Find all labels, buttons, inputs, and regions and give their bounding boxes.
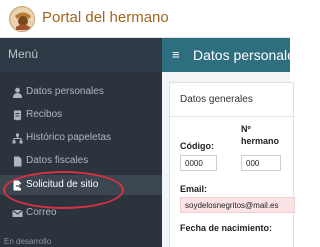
email-label: Email: (180, 184, 208, 194)
top-bar: Portal del hermano (0, 0, 290, 38)
highlight-annotation (3, 171, 124, 209)
codigo-label: Código: (180, 141, 214, 151)
mail-icon (12, 208, 23, 219)
sidebar-item-datos-personales[interactable]: Datos personales (0, 82, 162, 102)
codigo-field[interactable]: 0000 (180, 155, 217, 171)
datos-generales-card: Datos generales Código: Nº hermano 0000 … (169, 82, 295, 247)
brotherhood-emblem-icon[interactable] (9, 6, 35, 32)
sitemap-icon (12, 133, 23, 144)
sidebar-item-label: Datos fiscales (26, 155, 89, 166)
numero-hermano-label-line1: Nº (241, 124, 251, 134)
numero-hermano-field[interactable]: 000 (241, 155, 281, 171)
card-header: Datos generales (170, 83, 295, 117)
main-content: ≡ Datos personales Datos generales Códig… (162, 38, 302, 247)
hamburger-menu-icon[interactable]: ≡ (172, 47, 180, 62)
numero-hermano-label-line2: hermano (241, 136, 280, 146)
sidebar-section-footer: En desarrollo (4, 237, 52, 246)
page-title: Datos personales (193, 47, 302, 63)
sidebar-item-historico-papeletas[interactable]: Histórico papeletas (0, 128, 162, 148)
fecha-nacimiento-label: Fecha de nacimiento: (180, 223, 273, 233)
app-title: Portal del hermano (42, 9, 169, 26)
sidebar-header: Menú (0, 38, 162, 72)
main-header: ≡ Datos personales (162, 38, 302, 72)
card-title: Datos generales (180, 94, 253, 105)
sidebar-item-recibos[interactable]: Recibos (0, 105, 162, 125)
receipt-icon (12, 110, 23, 121)
email-field[interactable]: soydelosnegritos@mail.es (180, 197, 295, 213)
menu-title: Menú (8, 47, 39, 61)
sidebar-item-label: Datos personales (26, 86, 104, 97)
sidebar-item-label: Histórico papeletas (26, 132, 112, 143)
sidebar-item-label: Recibos (26, 109, 63, 120)
user-icon (12, 87, 23, 98)
file-icon (12, 156, 23, 167)
sidebar-item-datos-fiscales[interactable]: Datos fiscales (0, 151, 162, 171)
